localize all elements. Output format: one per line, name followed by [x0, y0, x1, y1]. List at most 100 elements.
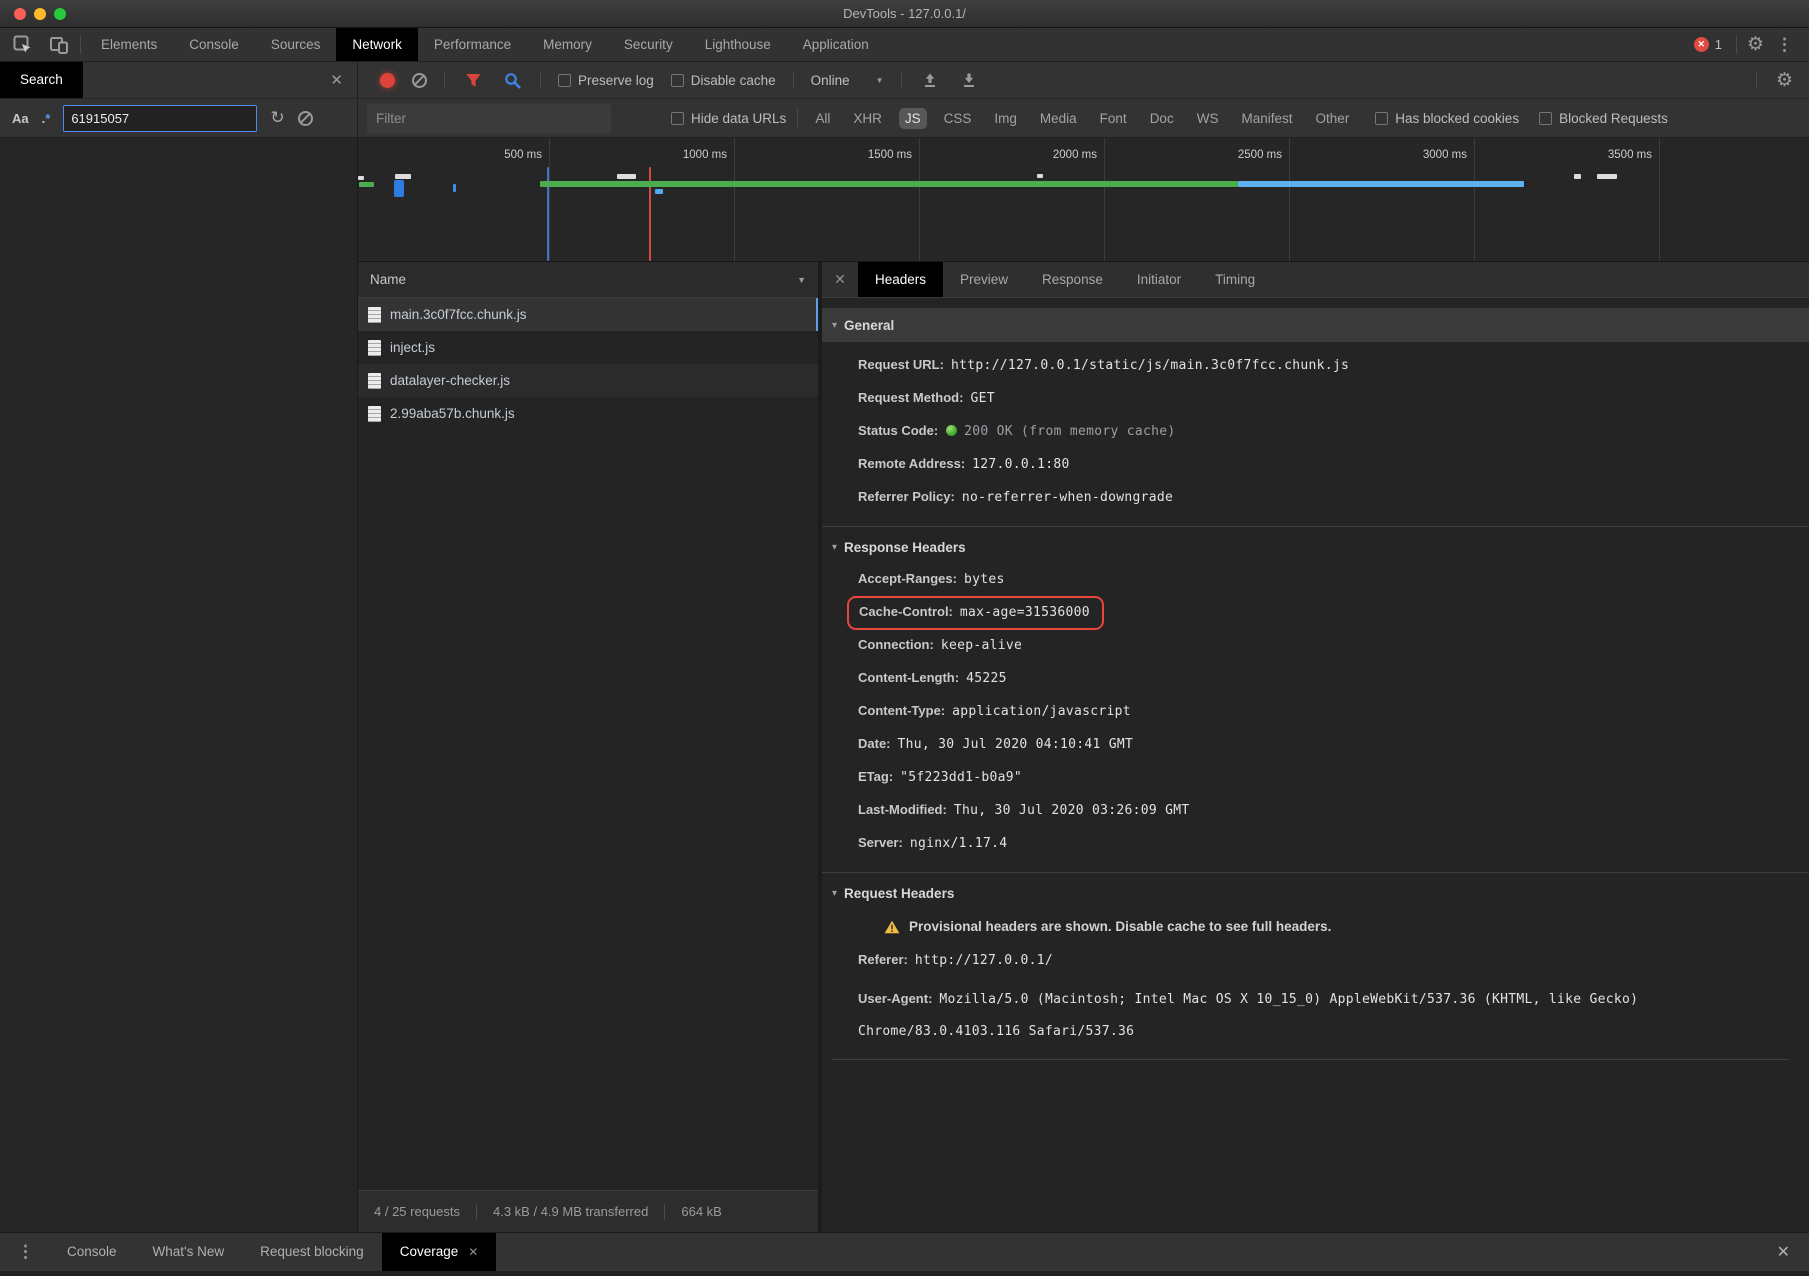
request-row[interactable]: main.3c0f7fcc.chunk.js — [358, 298, 818, 331]
close-drawer-icon[interactable]: ✕ — [1777, 1242, 1809, 1262]
titlebar: DevTools - 127.0.0.1/ — [0, 0, 1809, 28]
drawer-tab-console[interactable]: Console — [49, 1233, 135, 1271]
resources-size: 664 kB — [665, 1204, 737, 1219]
tab-initiator[interactable]: Initiator — [1120, 262, 1198, 297]
name-column-header[interactable]: Name ▼ — [358, 262, 818, 298]
sort-caret-icon: ▼ — [797, 275, 806, 285]
divider — [80, 35, 81, 54]
tick-label: 3500 ms — [1582, 149, 1652, 161]
tab-network[interactable]: Network — [336, 28, 418, 61]
header-item: Connection:keep-alive — [858, 635, 1779, 656]
search-requests-icon[interactable] — [501, 69, 523, 91]
tab-console[interactable]: Console — [173, 28, 255, 61]
section-divider — [832, 1059, 1789, 1060]
hide-data-urls-label: Hide data URLs — [691, 111, 786, 126]
throttling-dropdown[interactable]: Online ▼ — [811, 73, 884, 88]
drawer-tab-whats-new[interactable]: What's New — [135, 1233, 243, 1271]
gridline — [734, 138, 735, 261]
error-badge[interactable]: ✕ 1 — [1694, 37, 1722, 52]
refresh-icon[interactable]: ↻ — [270, 108, 284, 128]
header-item: Remote Address:127.0.0.1:80 — [858, 454, 1789, 475]
checkbox-icon — [671, 112, 684, 125]
close-details-icon[interactable]: ✕ — [822, 262, 858, 297]
error-icon: ✕ — [1694, 37, 1709, 52]
preserve-log-label: Preserve log — [578, 73, 654, 88]
general-items: Request URL:http://127.0.0.1/static/js/m… — [822, 342, 1809, 526]
filter-type-ws[interactable]: WS — [1191, 108, 1225, 129]
has-blocked-cookies-checkbox[interactable]: Has blocked cookies — [1375, 111, 1519, 126]
divider — [901, 71, 902, 89]
tab-sources[interactable]: Sources — [255, 28, 337, 61]
disclosure-triangle-icon: ▾ — [832, 320, 837, 331]
clear-search-icon[interactable] — [298, 111, 313, 126]
filter-type-img[interactable]: Img — [988, 108, 1023, 129]
tab-lighthouse[interactable]: Lighthouse — [689, 28, 787, 61]
import-har-icon[interactable] — [919, 69, 941, 91]
gridline — [549, 138, 550, 261]
drawer-tab-request-blocking[interactable]: Request blocking — [242, 1233, 382, 1271]
filter-type-doc[interactable]: Doc — [1144, 108, 1180, 129]
header-item: Accept-Ranges:bytes — [858, 569, 1779, 590]
network-overview-timeline[interactable]: 500 ms 1000 ms 1500 ms 2000 ms 2500 ms 3… — [358, 138, 1809, 262]
tab-security[interactable]: Security — [608, 28, 689, 61]
settings-gear-icon[interactable]: ⚙ — [1747, 35, 1764, 54]
filter-type-js[interactable]: JS — [899, 108, 927, 129]
tab-preview[interactable]: Preview — [943, 262, 1025, 297]
device-toolbar-icon[interactable] — [48, 34, 70, 56]
inspect-element-icon[interactable] — [12, 34, 34, 56]
request-row[interactable]: datalayer-checker.js — [358, 364, 818, 397]
general-section-header[interactable]: ▾ General — [822, 308, 1809, 342]
preserve-log-checkbox[interactable]: Preserve log — [558, 73, 654, 88]
request-headers-items: Provisional headers are shown. Disable c… — [832, 901, 1789, 1047]
tab-memory[interactable]: Memory — [527, 28, 608, 61]
blocked-requests-checkbox[interactable]: Blocked Requests — [1539, 111, 1668, 126]
filter-type-all[interactable]: All — [809, 108, 836, 129]
request-row[interactable]: inject.js — [358, 331, 818, 364]
regex-toggle[interactable]: .* — [42, 111, 51, 126]
divider — [444, 71, 445, 89]
response-headers-header[interactable]: ▾ Response Headers — [832, 540, 1789, 555]
network-settings-gear-icon[interactable]: ⚙ — [1776, 71, 1793, 90]
drawer-tab-coverage[interactable]: Coverage ✕ — [382, 1233, 497, 1271]
clear-requests-icon[interactable] — [412, 73, 427, 88]
tab-response[interactable]: Response — [1025, 262, 1120, 297]
tab-elements[interactable]: Elements — [85, 28, 173, 61]
waterfall-bar-blue-long — [1238, 181, 1524, 187]
filter-input[interactable] — [367, 104, 611, 133]
close-coverage-tab-icon[interactable]: ✕ — [468, 1233, 478, 1271]
throttling-value: Online — [811, 73, 850, 88]
tab-performance[interactable]: Performance — [418, 28, 527, 61]
export-har-icon[interactable] — [958, 69, 980, 91]
close-search-icon[interactable]: ✕ — [330, 71, 343, 89]
window-title: DevTools - 127.0.0.1/ — [0, 6, 1809, 21]
request-row[interactable]: 2.99aba57b.chunk.js — [358, 397, 818, 430]
drawer-menu-icon[interactable]: ⋮ — [0, 1242, 49, 1262]
provisional-headers-warning: Provisional headers are shown. Disable c… — [884, 919, 1779, 934]
request-headers-section: ▾ Request Headers Provisional headers ar… — [822, 872, 1809, 1066]
match-case-toggle[interactable]: Aa — [12, 111, 29, 126]
tick-label: 2000 ms — [1027, 149, 1097, 161]
header-item: Server:nginx/1.17.4 — [858, 833, 1779, 854]
disclosure-triangle-icon: ▾ — [832, 888, 837, 899]
disable-cache-checkbox[interactable]: Disable cache — [671, 73, 776, 88]
filter-type-font[interactable]: Font — [1094, 108, 1133, 129]
filter-type-xhr[interactable]: XHR — [847, 108, 888, 129]
tab-headers[interactable]: Headers — [858, 262, 943, 297]
filter-type-other[interactable]: Other — [1309, 108, 1355, 129]
waterfall-bar-green-long — [540, 181, 1238, 187]
hide-data-urls-checkbox[interactable]: Hide data URLs — [671, 111, 786, 126]
search-input[interactable] — [63, 105, 257, 132]
header-item: Referer:http://127.0.0.1/ — [858, 950, 1779, 971]
more-options-icon[interactable]: ⋮ — [1770, 35, 1799, 55]
filter-type-manifest[interactable]: Manifest — [1235, 108, 1298, 129]
record-button[interactable] — [380, 73, 395, 88]
tab-timing[interactable]: Timing — [1198, 262, 1272, 297]
filter-type-media[interactable]: Media — [1034, 108, 1083, 129]
filter-type-css[interactable]: CSS — [938, 108, 978, 129]
filter-funnel-icon[interactable] — [462, 69, 484, 91]
requests-count: 4 / 25 requests — [358, 1204, 476, 1219]
request-headers-header[interactable]: ▾ Request Headers — [832, 886, 1789, 901]
general-section-title: General — [844, 318, 894, 333]
waterfall-bar-blue — [394, 180, 404, 197]
tab-application[interactable]: Application — [787, 28, 885, 61]
